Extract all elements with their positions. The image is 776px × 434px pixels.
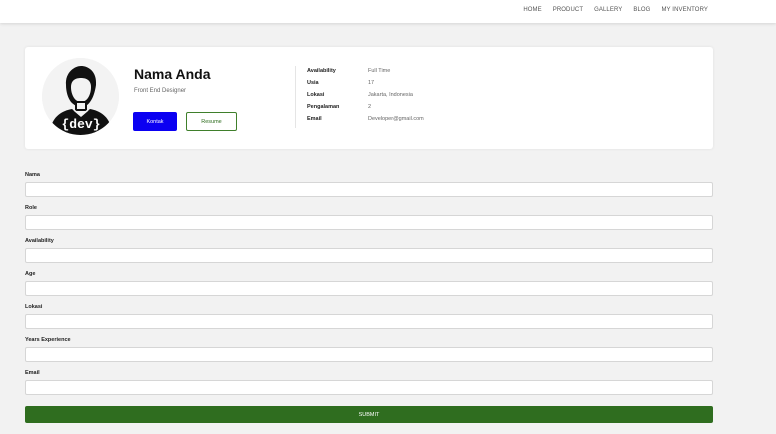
main-nav: HOME PRODUCT GALLERY BLOG MY INVENTORY <box>523 7 708 13</box>
nav-gallery[interactable]: GALLERY <box>594 7 622 13</box>
profile-role: Front End Designer <box>134 88 187 94</box>
form-field-availability: Availability <box>25 236 713 269</box>
years-experience-label: Years Experience <box>25 337 71 343</box>
email-input[interactable] <box>25 380 713 395</box>
role-input[interactable] <box>25 215 713 230</box>
detail-row-email: Email Developer@gmail.com <box>307 113 424 125</box>
availability-input[interactable] <box>25 248 713 263</box>
detail-label: Lokasi <box>307 92 325 98</box>
detail-row-usia: Usia 17 <box>307 77 424 89</box>
age-label: Age <box>25 271 36 277</box>
top-navbar: HOME PRODUCT GALLERY BLOG MY INVENTORY <box>0 0 776 23</box>
form-field-lokasi: Lokasi <box>25 302 713 335</box>
role-label: Role <box>25 205 37 211</box>
form-field-age: Age <box>25 269 713 302</box>
detail-value: Jakarta, Indonesia <box>368 92 413 98</box>
form-field-role: Role <box>25 203 713 236</box>
detail-value: Developer@gmail.com <box>368 116 424 122</box>
nama-label: Nama <box>25 172 40 178</box>
nav-product[interactable]: PRODUCT <box>553 7 583 13</box>
years-experience-input[interactable] <box>25 347 713 362</box>
profile-details: Availability Full Time Usia 17 Lokasi Ja… <box>307 65 424 125</box>
nama-input[interactable] <box>25 182 713 197</box>
avatar-dev-text: {dev} <box>61 117 100 132</box>
nav-home[interactable]: HOME <box>523 7 541 13</box>
nav-blog[interactable]: BLOG <box>633 7 650 13</box>
profile-card: {dev} Nama Anda Front End Designer Konta… <box>25 47 713 149</box>
lokasi-label: Lokasi <box>25 304 43 310</box>
detail-row-pengalaman: Pengalaman 2 <box>307 101 424 113</box>
profile-form: Nama Role Availability Age Lokasi Years … <box>25 170 713 401</box>
profile-divider <box>295 66 296 128</box>
nav-my-inventory[interactable]: MY INVENTORY <box>661 7 708 13</box>
profile-name: Nama Anda <box>134 66 211 82</box>
detail-value: Full Time <box>368 68 391 74</box>
detail-row-availability: Availability Full Time <box>307 65 424 77</box>
availability-label: Availability <box>25 238 54 244</box>
developer-avatar-icon: {dev} <box>42 58 119 135</box>
detail-value: 2 <box>368 104 372 110</box>
detail-value: 17 <box>368 80 375 86</box>
lokasi-input[interactable] <box>25 314 713 329</box>
age-input[interactable] <box>25 281 713 296</box>
detail-label: Pengalaman <box>307 104 340 110</box>
detail-label: Usia <box>307 80 319 86</box>
kontak-button[interactable]: Kontak <box>133 112 177 131</box>
form-field-nama: Nama <box>25 170 713 203</box>
detail-label: Email <box>307 116 322 122</box>
form-field-years-experience: Years Experience <box>25 335 713 368</box>
detail-row-lokasi: Lokasi Jakarta, Indonesia <box>307 89 424 101</box>
submit-button[interactable]: SUBMIT <box>25 406 713 423</box>
form-field-email: Email <box>25 368 713 401</box>
resume-button[interactable]: Resume <box>186 112 237 131</box>
email-label: Email <box>25 370 40 376</box>
detail-label: Availability <box>307 68 336 74</box>
